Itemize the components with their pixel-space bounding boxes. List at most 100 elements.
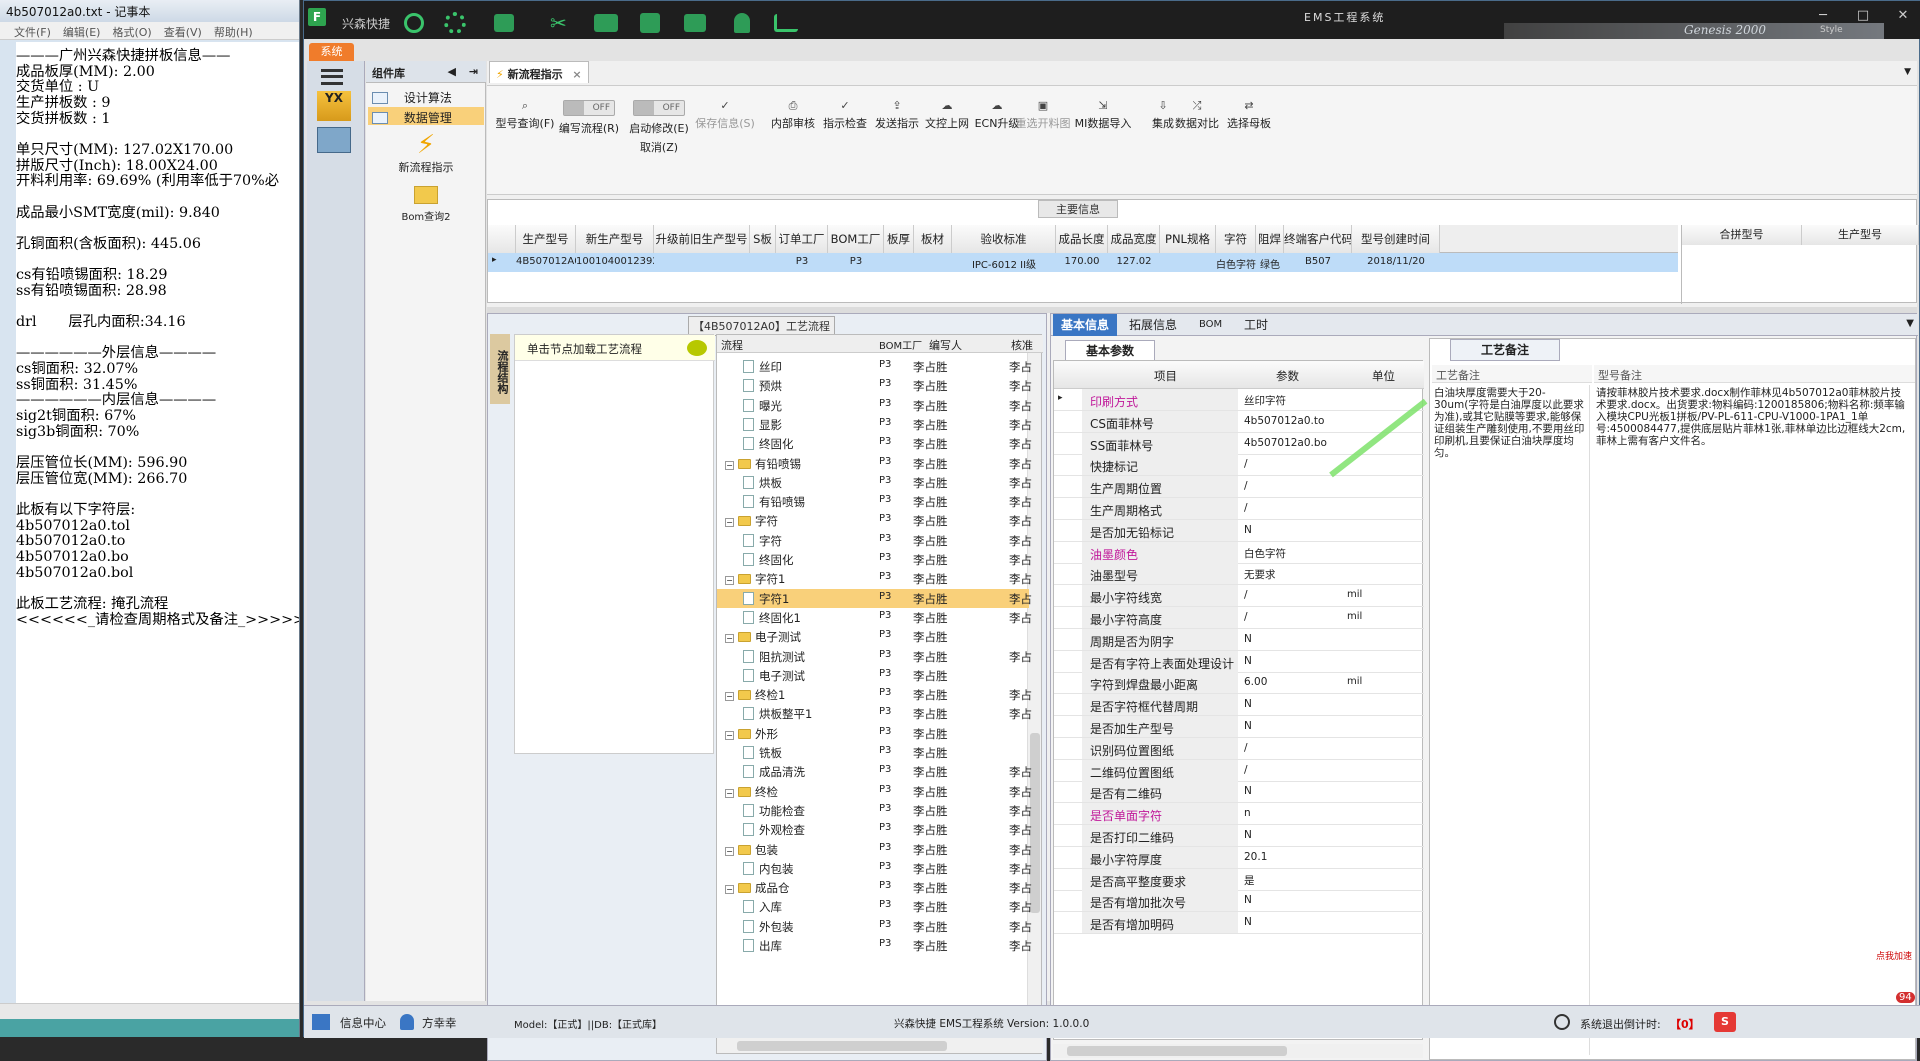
tree-node[interactable]: 终固化 P3 李占胜 李占 [717, 550, 1032, 569]
tab-basic[interactable]: 基本信息 [1053, 314, 1118, 336]
param-value[interactable]: 是 [1244, 873, 1344, 888]
column-header[interactable]: 升级前旧生产型号 [654, 225, 750, 253]
calculator-icon[interactable] [317, 127, 351, 153]
layers-icon[interactable] [640, 13, 660, 33]
lifebuoy-icon[interactable] [444, 12, 466, 34]
menu-icon[interactable] [321, 69, 343, 85]
tabs-dropdown-icon[interactable]: ▼ [1906, 318, 1914, 329]
param-value[interactable]: / [1244, 480, 1344, 492]
tree-node[interactable]: − 包装 P3 李占胜 李占 [717, 840, 1032, 859]
search-icon[interactable] [404, 13, 424, 33]
toolbar-button-1[interactable]: OFF 编写流程(R) [557, 100, 621, 136]
param-value[interactable]: / [1244, 611, 1344, 623]
tree-node[interactable]: 字符1 P3 李占胜 李占 [717, 588, 1032, 608]
param-row[interactable]: 是否单面字符 n [1054, 803, 1424, 826]
tree-node[interactable]: 曝光 P3 李占胜 李占 [717, 396, 1032, 415]
param-value[interactable]: N [1244, 698, 1344, 710]
column-header[interactable]: 终端客户代码 [1284, 225, 1352, 253]
grid-icon[interactable] [494, 14, 514, 32]
collapse-icon[interactable]: − [725, 576, 734, 586]
nav-item-design[interactable]: 设计算法 [368, 87, 484, 105]
maximize-button[interactable]: □ [1854, 7, 1872, 25]
info-center-label[interactable]: 信息中心 [340, 1015, 386, 1031]
column-header[interactable]: BOM工厂 [828, 225, 884, 253]
horizontal-scrollbar[interactable] [0, 1003, 299, 1019]
column-header[interactable]: 新生产型号 [576, 225, 654, 253]
column-header[interactable]: 型号创建时间 [1352, 225, 1440, 253]
param-row[interactable]: 油墨颜色 白色字符 [1054, 541, 1424, 564]
tree-node[interactable]: 出库 P3 李占胜 李占 [717, 936, 1032, 955]
user-icon[interactable] [734, 13, 750, 33]
params-hscroll[interactable] [1053, 1044, 1423, 1058]
tree-node[interactable]: 预烘 P3 李占胜 李占 [717, 376, 1032, 395]
menu-help[interactable]: 帮助(H) [214, 24, 253, 39]
minimize-button[interactable]: ─ [1814, 7, 1832, 25]
column-header[interactable]: 阻焊 [1256, 225, 1284, 253]
struct-tab[interactable]: 流程结构 [490, 334, 510, 404]
style-label[interactable]: Style [1820, 25, 1843, 35]
tab-extended[interactable]: 拓展信息 [1121, 314, 1185, 336]
chart-icon[interactable] [774, 14, 798, 32]
tree-node[interactable]: 内包装 P3 李占胜 李占 [717, 859, 1032, 878]
param-value[interactable]: N [1244, 829, 1344, 841]
tree-node[interactable]: 阻抗测试 P3 李占胜 李占 [717, 647, 1032, 666]
toggle-switch[interactable]: OFF [633, 100, 685, 116]
param-row[interactable]: 是否加无铅标记 N [1054, 519, 1424, 542]
menu-format[interactable]: 格式(O) [112, 24, 151, 39]
model-remark-text[interactable]: 请按菲林胶片技术要求.docx制作菲林见4b507012a0菲林胶片技术要求.d… [1594, 385, 1912, 1055]
collapse-icon[interactable]: − [725, 730, 734, 740]
collapse-icon[interactable]: − [725, 885, 734, 895]
table-cell[interactable]: 2018/11/20 [1352, 256, 1440, 267]
toolbar-button-4[interactable]: ⎙ 内部审核 [763, 100, 823, 131]
param-value[interactable]: N [1244, 720, 1344, 732]
param-value[interactable]: 白色字符 [1244, 546, 1344, 561]
tree-node[interactable]: − 终检1 P3 李占胜 李占 [717, 685, 1032, 704]
param-value[interactable]: N [1244, 633, 1344, 645]
param-value[interactable]: N [1244, 894, 1344, 906]
param-value[interactable]: 4b507012a0.bo [1244, 437, 1344, 449]
yx-module-icon[interactable]: YX [317, 91, 351, 121]
param-value[interactable]: / [1244, 589, 1344, 601]
table-cell[interactable]: 4B507012A0 [516, 256, 576, 267]
param-value[interactable]: n [1244, 807, 1344, 819]
toolbar-button-5[interactable]: ✓ 指示检查 [815, 100, 875, 131]
tab-hours[interactable]: 工时 [1236, 314, 1276, 336]
param-row[interactable]: 是否有字符上表面处理设计 N [1054, 650, 1424, 673]
param-row[interactable]: 是否高平整度要求 是 [1054, 868, 1424, 891]
param-row[interactable]: 最小字符厚度 20.1 [1054, 846, 1424, 869]
panel-dropdown-icon[interactable]: ▼ [1904, 67, 1911, 77]
tree-node[interactable]: 烘板 P3 李占胜 李占 [717, 473, 1032, 492]
param-row[interactable]: 是否字符框代替周期 N [1054, 694, 1424, 717]
tree-node[interactable]: 外观检查 P3 李占胜 李占 [717, 820, 1032, 839]
param-row[interactable]: 字符到焊盘最小距离 6.00 mil [1054, 672, 1424, 695]
toolbar-button-0[interactable]: ⌕ 型号查询(F) [495, 100, 555, 131]
param-row[interactable]: 是否有二维码 N [1054, 781, 1424, 804]
param-row[interactable]: CS面菲林号 4b507012a0.to [1054, 410, 1424, 433]
column-header[interactable]: PNL规格 [1160, 225, 1216, 253]
tree-node[interactable]: − 电子测试 P3 李占胜 [717, 627, 1029, 646]
toolbar-button-2[interactable]: OFF 启动修改(E) 取消(Z) [627, 100, 691, 155]
close-button[interactable]: ✕ [1894, 7, 1912, 25]
param-value[interactable]: N [1244, 655, 1344, 667]
param-row[interactable]: 油墨型号 无要求 [1054, 563, 1424, 586]
tree-node[interactable]: 入库 P3 李占胜 李占 [717, 897, 1032, 916]
param-row[interactable]: 二维码位置图纸 / [1054, 759, 1424, 782]
tree-node[interactable]: 有铅喷锡 P3 李占胜 李占 [717, 492, 1032, 511]
basic-params-tab[interactable]: 基本参数 [1065, 340, 1155, 360]
tree-node[interactable]: 成品清洗 P3 李占胜 李占 [717, 762, 1032, 781]
toolbar-button-12[interactable]: ⤮ 数据对比 [1167, 100, 1227, 131]
process-remark-text[interactable]: 白油块厚度需要大于20-30um(字符是白油厚度以此要求为准),或其它贴膜等要求… [1432, 385, 1590, 1055]
table-cell[interactable]: IPC-6012 II级 [952, 256, 1056, 271]
param-value[interactable]: 丝印字符 [1244, 393, 1344, 408]
tree-node[interactable]: 终固化1 P3 李占胜 李占 [717, 608, 1032, 627]
table-icon[interactable] [684, 14, 706, 32]
notepad-text[interactable]: ———广州兴森快捷拼板信息—— 成品板厚(MM): 2.00 交货单位 : U … [16, 42, 299, 1003]
collapse-icon[interactable]: ◀ [448, 65, 456, 78]
collapse-icon[interactable]: − [725, 518, 734, 528]
tree-node[interactable]: 丝印 P3 李占胜 李占 [717, 357, 1032, 376]
param-row[interactable]: 最小字符线宽 / mil [1054, 585, 1424, 608]
pin-icon[interactable]: ⇥ [469, 65, 478, 78]
param-value[interactable]: 无要求 [1244, 567, 1344, 582]
column-header[interactable]: S板 [750, 225, 776, 253]
column-header[interactable]: 成品长度 [1056, 225, 1108, 253]
